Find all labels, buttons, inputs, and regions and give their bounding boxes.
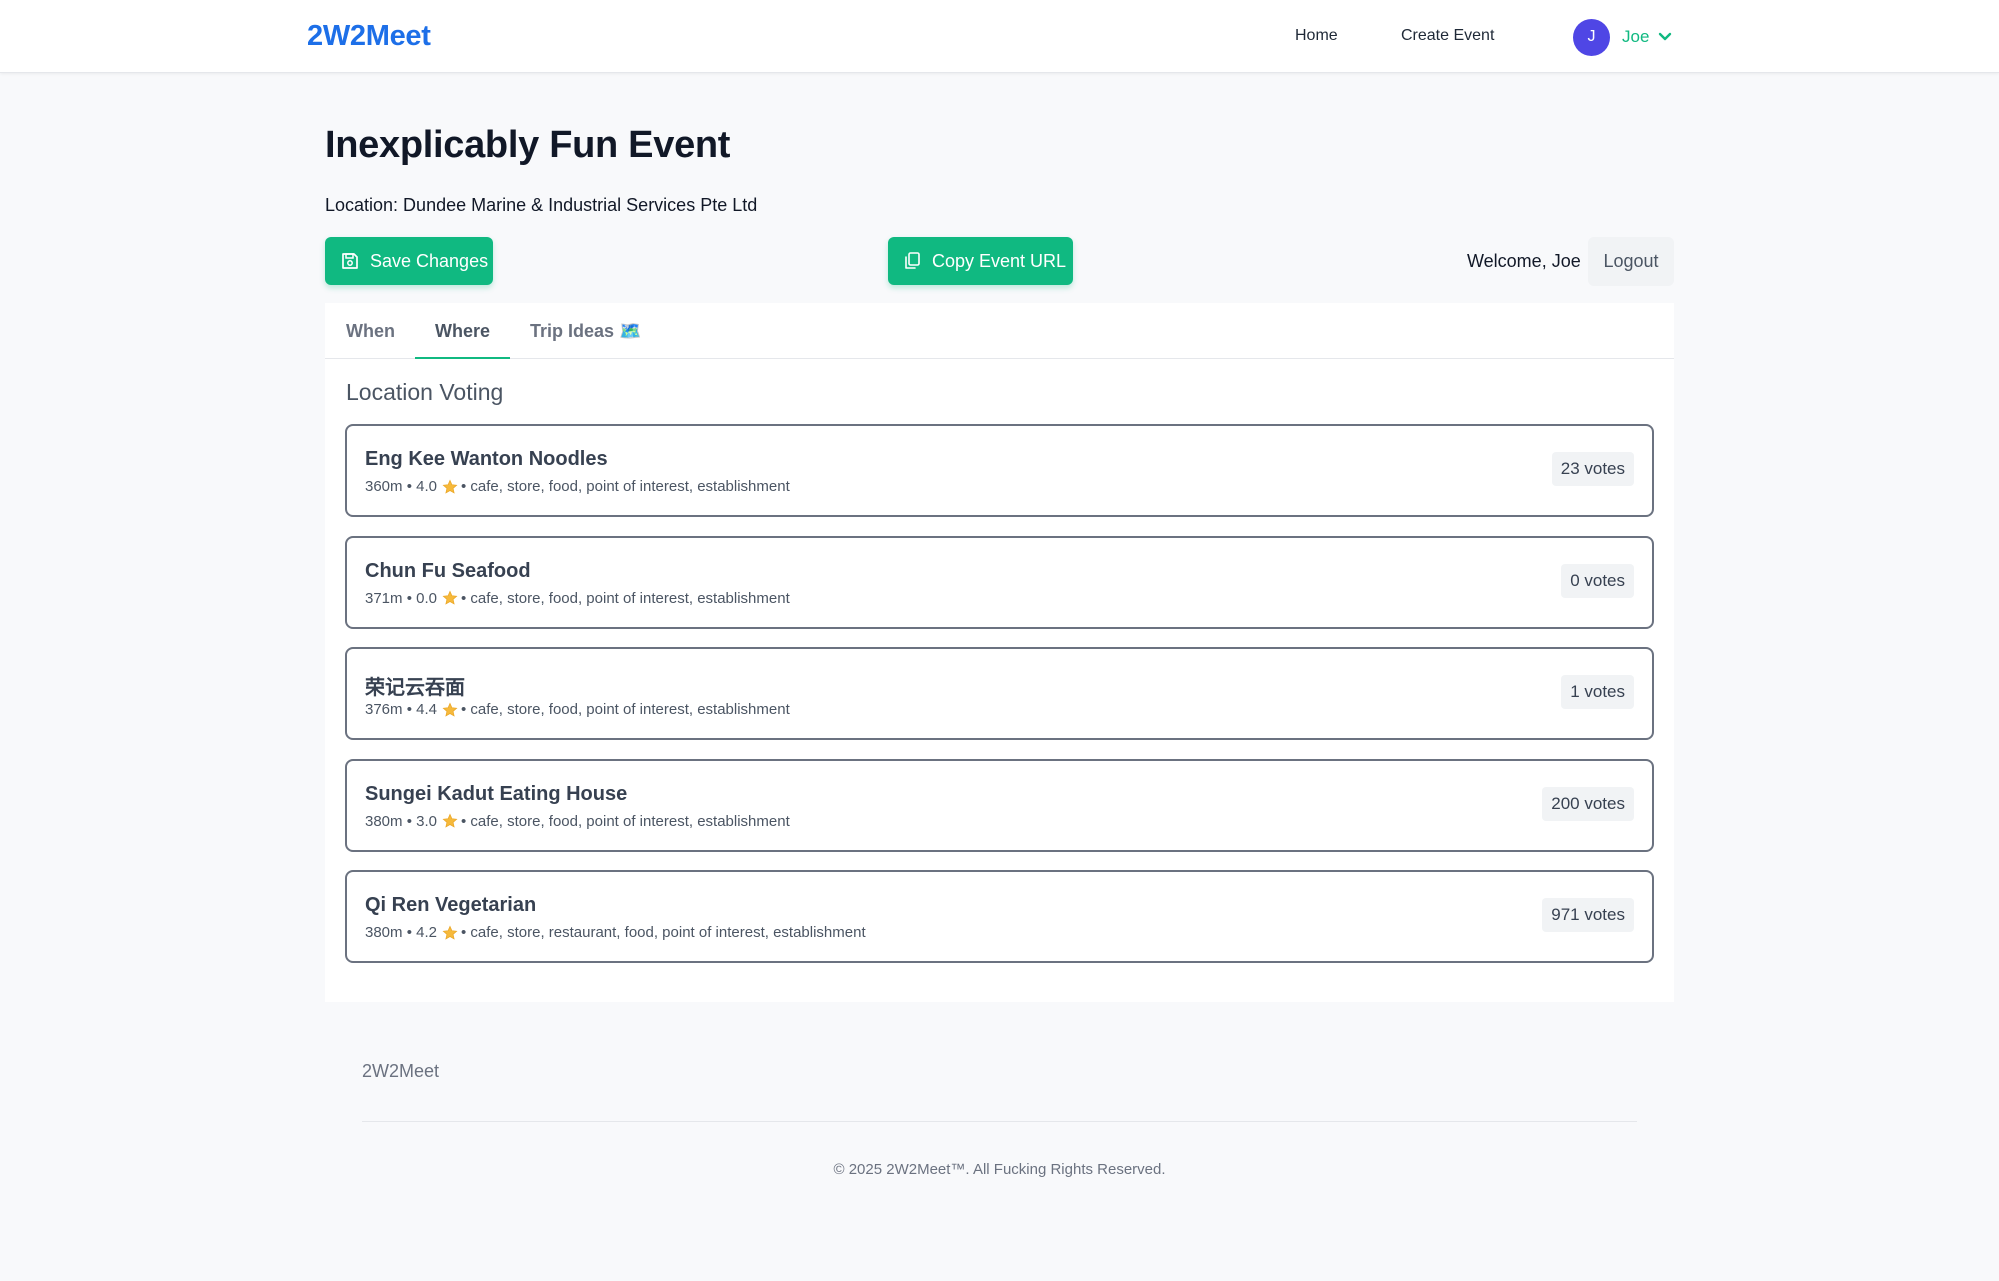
location-name: Chun Fu Seafood: [365, 559, 531, 582]
copyright-text: © 2025 2W2Meet™. All Fucking Rights Rese…: [833, 1161, 1166, 1178]
tab-where[interactable]: Where: [435, 321, 490, 342]
location-meta: 380m • 3.0 • cafe, store, food, point of …: [365, 813, 790, 830]
location-types: cafe, store, food, point of interest, es…: [470, 812, 790, 830]
vote-count-badge: 971 votes: [1542, 898, 1634, 932]
location-types: cafe, store, food, point of interest, es…: [470, 589, 790, 607]
location-types: cafe, store, food, point of interest, es…: [470, 478, 790, 495]
footer-divider: [362, 1121, 1637, 1122]
copy-event-url-button[interactable]: Copy Event URL: [888, 237, 1073, 285]
location-option[interactable]: 荣记云吞面 376m • 4.4 • cafe, store, food, poin…: [345, 647, 1654, 740]
location-meta: 376m • 4.4 • cafe, store, food, point of …: [365, 701, 790, 718]
avatar: J: [1573, 18, 1610, 56]
meta-separator: •: [460, 701, 471, 718]
welcome-text: Welcome, Joe: [1467, 251, 1581, 271]
save-changes-button[interactable]: Save Changes: [325, 237, 493, 285]
location-rating: 0.0: [416, 589, 437, 607]
vote-count-badge: 23 votes: [1551, 452, 1634, 486]
meta-separator: •: [402, 701, 417, 718]
main-card: When Where Trip Ideas 🗺️ Location Voting…: [325, 303, 1674, 1002]
chevron-down-icon: [1658, 32, 1672, 42]
footer-brand: 2W2Meet: [362, 1061, 440, 1081]
save-icon: [340, 251, 360, 271]
star-icon: [442, 479, 458, 495]
user-menu[interactable]: J Joe: [1573, 18, 1672, 56]
location-option[interactable]: Sungei Kadut Eating House 380m • 3.0 • caf…: [345, 758, 1654, 852]
top-navbar: 2W2Meet Home Create Event J Joe: [0, 0, 1999, 73]
location-distance: 371m: [365, 589, 403, 607]
location-distance: 360m: [365, 478, 403, 495]
nav-home-link[interactable]: Home: [1295, 27, 1338, 45]
location-meta: 371m • 0.0 • cafe, store, food, point of …: [365, 590, 790, 607]
location-name: Eng Kee Wanton Noodles: [365, 448, 608, 470]
copy-event-url-label: Copy Event URL: [932, 250, 1067, 271]
location-name: Sungei Kadut Eating House: [365, 782, 628, 805]
logout-button[interactable]: Logout: [1588, 237, 1674, 286]
meta-separator: •: [460, 478, 471, 495]
nav-create-event-link[interactable]: Create Event: [1401, 27, 1494, 45]
star-icon: [442, 702, 458, 718]
event-location: Location: Dundee Marine & Industrial Ser…: [325, 195, 758, 215]
meta-separator: •: [460, 589, 471, 607]
meta-separator: •: [460, 924, 471, 941]
location-distance: 376m: [365, 701, 403, 718]
tab-trip-ideas[interactable]: Trip Ideas 🗺️: [530, 321, 641, 342]
location-name: Qi Ren Vegetarian: [365, 894, 537, 916]
save-changes-label: Save Changes: [370, 250, 489, 271]
vote-count-badge: 1 votes: [1561, 675, 1634, 709]
meta-separator: •: [402, 924, 417, 941]
vote-count-badge: 0 votes: [1561, 563, 1634, 598]
active-tab-indicator: [415, 357, 510, 359]
brand-logo[interactable]: 2W2Meet: [307, 20, 431, 53]
location-types: cafe, store, restaurant, food, point of …: [470, 924, 866, 941]
location-option[interactable]: Eng Kee Wanton Noodles 360m • 4.0 • cafe, …: [345, 424, 1654, 517]
meta-separator: •: [402, 589, 417, 607]
section-title: Location Voting: [346, 379, 504, 405]
vote-count-badge: 200 votes: [1542, 786, 1634, 821]
user-name: Joe: [1622, 27, 1650, 46]
star-icon: [442, 590, 458, 606]
location-distance: 380m: [365, 812, 403, 830]
location-meta: 380m • 4.2 • cafe, store, restaurant, foo…: [365, 924, 866, 941]
star-icon: [442, 925, 458, 941]
meta-separator: •: [402, 812, 417, 830]
tab-bar: When Where Trip Ideas 🗺️: [325, 303, 1674, 359]
location-rating: 4.4: [416, 701, 437, 718]
location-option[interactable]: Chun Fu Seafood 371m • 0.0 • cafe, store, …: [345, 535, 1654, 629]
star-icon: [442, 813, 458, 829]
meta-separator: •: [402, 478, 417, 495]
location-name: 荣记云吞面: [365, 677, 465, 699]
meta-separator: •: [460, 812, 471, 830]
location-rating: 4.0: [416, 478, 437, 495]
location-types: cafe, store, food, point of interest, es…: [470, 701, 790, 718]
location-rating: 4.2: [416, 924, 437, 941]
copy-icon: [902, 251, 922, 271]
location-distance: 380m: [365, 924, 403, 941]
location-meta: 360m • 4.0 • cafe, store, food, point of …: [365, 478, 790, 495]
tab-when[interactable]: When: [346, 321, 395, 342]
location-rating: 3.0: [416, 812, 437, 830]
location-option[interactable]: Qi Ren Vegetarian 380m • 4.2 • cafe, store…: [345, 870, 1654, 963]
page-title: Inexplicably Fun Event: [325, 124, 731, 166]
